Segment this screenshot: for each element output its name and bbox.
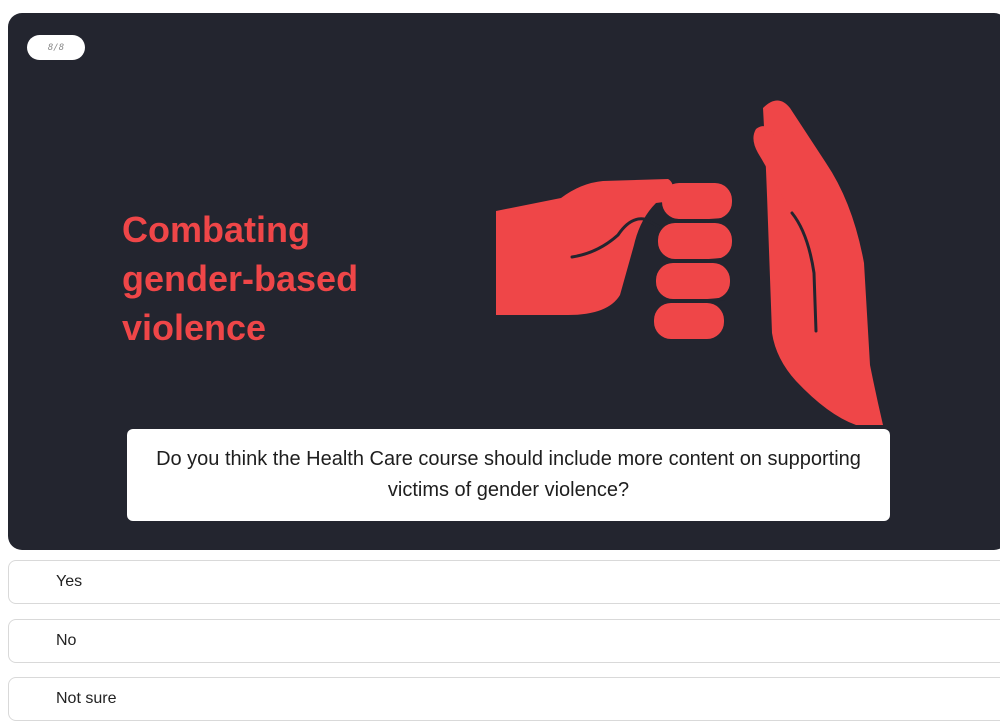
option-not-sure[interactable]: Not sure: [8, 677, 1000, 721]
survey-slide-card: 8/8 Combating gender-based violence Do y…: [8, 13, 1000, 550]
question-text: Do you think the Health Care course shou…: [156, 448, 861, 501]
option-no[interactable]: No: [8, 619, 1000, 663]
open-hand-icon: [753, 100, 883, 425]
option-label: Yes: [56, 573, 83, 590]
option-yes[interactable]: Yes: [8, 560, 1000, 604]
option-label: Not sure: [56, 690, 117, 707]
fist-icon: [496, 179, 732, 339]
option-label: No: [56, 632, 77, 649]
question-box: Do you think the Health Care course shou…: [127, 429, 890, 521]
